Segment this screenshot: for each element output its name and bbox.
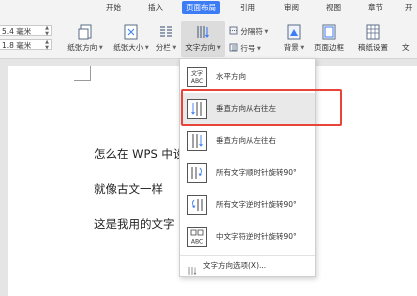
separator-label: 分隔符 <box>240 27 263 36</box>
menu-item-label: 所有文字逆时针旋转90° <box>216 200 297 209</box>
spinner-arrows-icon[interactable]: ▲ ▼ <box>45 39 49 51</box>
doc-line-3: 这是我用的文字 <box>94 217 175 231</box>
spinner-arrows-icon[interactable]: ▲ ▼ <box>45 25 49 37</box>
more-label: 文 <box>402 43 410 52</box>
manuscript-settings-label: 稿纸设置 <box>358 43 388 52</box>
text-direction-label: 文字方向 <box>185 43 216 52</box>
menu-separator <box>180 255 315 256</box>
tab-review[interactable]: 审阅 <box>284 0 299 15</box>
tab-view[interactable]: 视图 <box>326 0 341 15</box>
menu-item-label: 文字方向选项(X)... <box>203 261 267 270</box>
menu-item-label: 垂直方向从左往右 <box>216 136 276 145</box>
page-border-label: 页面边框 <box>314 43 344 52</box>
caret-down-icon: ▼ <box>262 29 269 35</box>
svg-text:文字: 文字 <box>191 70 203 78</box>
line-numbers-icon <box>229 43 238 55</box>
doc-line-2: 就像古文一样 <box>94 182 163 196</box>
text-direction-options-icon <box>187 261 197 280</box>
vertical-ltr-icon <box>187 131 207 151</box>
paper-size-icon <box>123 24 139 40</box>
line-numbers-button[interactable]: 行号 ▼ <box>229 43 261 55</box>
tab-chapter[interactable]: 章节 <box>368 0 383 15</box>
tab-references[interactable]: 引用 <box>240 0 255 15</box>
ribbon-toolbar: 5.4 毫米 ▲ ▼ 1.8 毫米 ▲ ▼ 纸张方向 ▼ 纸张大小 ▼ 分栏 ▼… <box>0 15 417 59</box>
rotate-cw-icon <box>187 163 207 183</box>
menu-item-rotate-ccw[interactable]: 所有文字逆时针旋转90° <box>180 189 315 221</box>
caret-down-icon: ▼ <box>298 45 305 51</box>
rotate-ccw-icon <box>187 195 207 215</box>
manuscript-grid-icon <box>365 24 381 40</box>
page-border-icon <box>321 24 337 40</box>
tab-dev[interactable]: 开 <box>405 0 413 15</box>
svg-text:ABC: ABC <box>191 239 203 246</box>
text-direction-icon <box>195 24 211 40</box>
paper-size-label: 纸张大小 <box>113 43 144 52</box>
columns-label: 分栏 <box>155 43 171 52</box>
svg-text:ABC: ABC <box>191 78 203 85</box>
menu-item-cjk-rotate-ccw[interactable]: ABC 中文字符逆时针旋转90° <box>180 221 315 253</box>
margin-bottom-value: 1.8 毫米 <box>2 41 32 50</box>
more-button[interactable]: 文 <box>402 43 410 53</box>
tab-insert[interactable]: 插入 <box>148 0 163 15</box>
orientation-icon <box>78 24 92 40</box>
menu-item-rotate-cw[interactable]: 所有文字顺时针旋转90° <box>180 157 315 189</box>
tab-start[interactable]: 开始 <box>106 0 121 15</box>
margin-top-value: 5.4 毫米 <box>2 27 32 36</box>
separator-button[interactable]: 分隔符 ▼ <box>229 26 268 38</box>
caret-down-icon: ▼ <box>255 46 261 52</box>
highlight-annotation-box <box>181 89 342 126</box>
ribbon-tab-bar: 开始 插入 页面布局 引用 审阅 视图 章节 开 <box>0 0 417 15</box>
paper-size-button[interactable]: 纸张大小 ▼ <box>109 21 153 55</box>
paper-orientation-label: 纸张方向 <box>67 43 98 52</box>
background-icon <box>286 24 302 40</box>
caret-down-icon: ▼ <box>97 45 103 51</box>
margin-bottom-spinner[interactable]: 1.8 毫米 ▲ ▼ <box>0 39 52 51</box>
margin-corner-mark <box>74 66 91 81</box>
page-border-button[interactable]: 页面边框 <box>311 21 347 55</box>
caret-down-icon: ▼ <box>215 45 221 51</box>
columns-icon <box>158 24 174 40</box>
separator-icon <box>229 26 238 38</box>
cjk-rotate-ccw-icon: ABC <box>187 227 207 247</box>
caret-down-icon: ▼ <box>170 45 177 51</box>
menu-item-text-direction-options[interactable]: 文字方向选项(X)... <box>180 257 315 276</box>
line-numbers-label: 行号 <box>240 44 256 53</box>
doc-line-1: 怎么在 WPS 中设 <box>94 147 185 161</box>
margin-top-spinner[interactable]: 5.4 毫米 ▲ ▼ <box>0 25 52 37</box>
horizontal-text-icon: 文字 ABC <box>187 67 207 87</box>
text-direction-button[interactable]: 文字方向 ▼ <box>181 21 225 57</box>
tab-page-layout[interactable]: 页面布局 <box>182 1 220 14</box>
columns-button[interactable]: 分栏 ▼ <box>152 21 180 55</box>
manuscript-settings-button[interactable]: 稿纸设置 <box>355 21 391 55</box>
menu-item-label: 中文字符逆时针旋转90° <box>216 232 297 241</box>
menu-item-vertical-ltr[interactable]: 垂直方向从左往右 <box>180 125 315 157</box>
background-label: 背景 <box>283 43 299 52</box>
paper-orientation-button[interactable]: 纸张方向 ▼ <box>60 21 110 55</box>
menu-item-label: 所有文字顺时针旋转90° <box>216 168 297 177</box>
caret-down-icon: ▼ <box>143 45 149 51</box>
background-button[interactable]: 背景 ▼ <box>281 21 307 55</box>
